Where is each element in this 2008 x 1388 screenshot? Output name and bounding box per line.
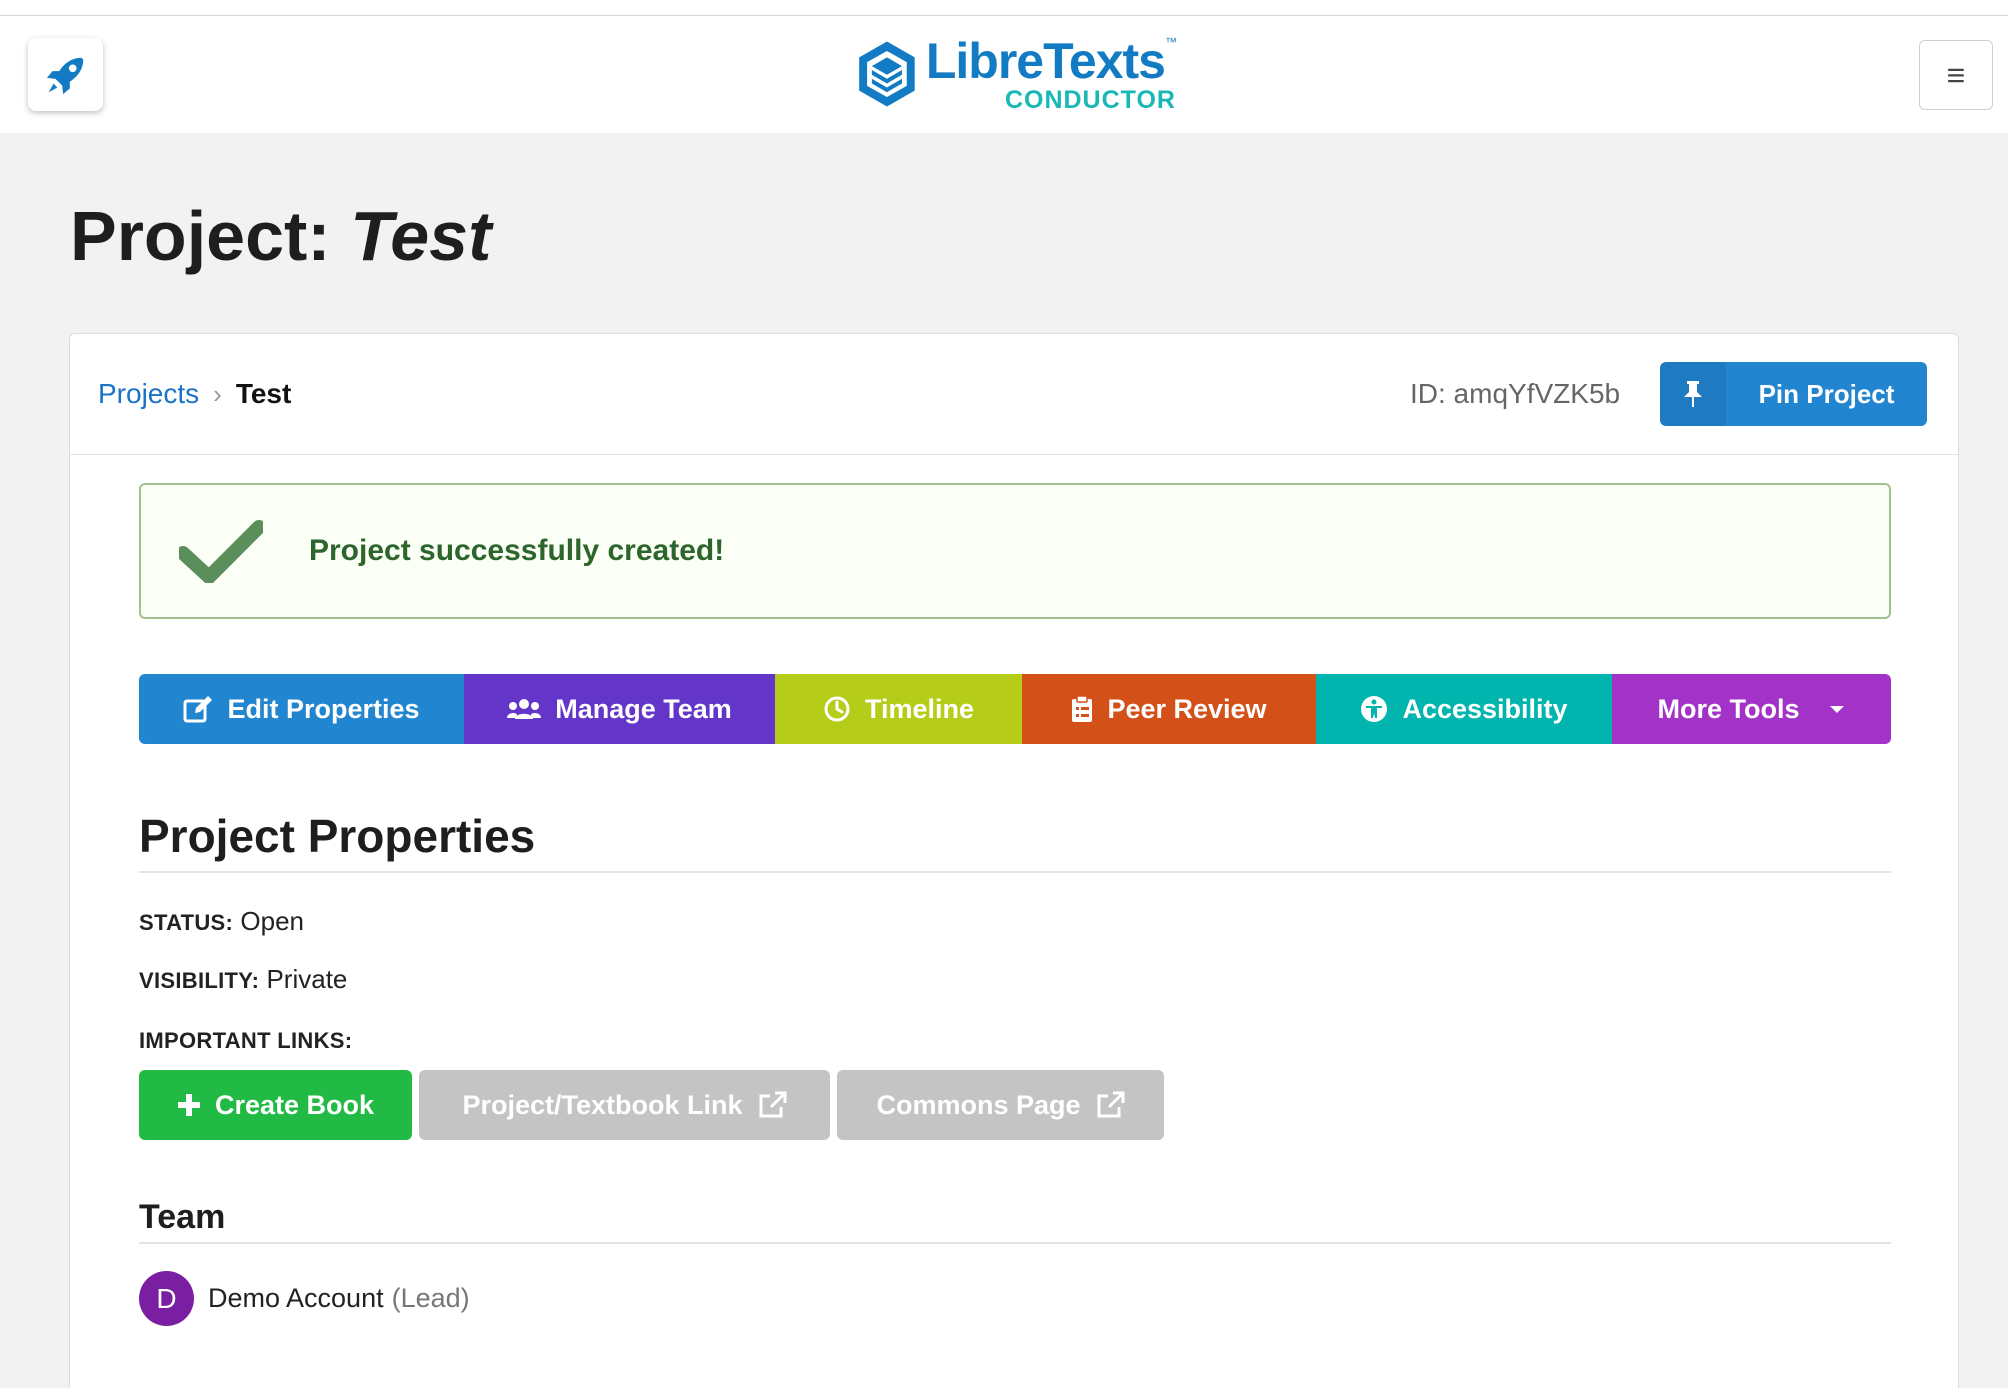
important-links-label: IMPORTANT LINKS: — [139, 1028, 353, 1053]
accessibility-icon — [1361, 696, 1388, 722]
external-link-icon — [759, 1091, 787, 1118]
top-navbar: LibreTexts™ CONDUCTOR ≡ — [0, 16, 2008, 133]
peer-review-button[interactable]: Peer Review — [1022, 674, 1316, 744]
important-links-row: Create Book Project/Textbook Link Common… — [139, 1070, 1164, 1140]
team-divider — [139, 1242, 1891, 1244]
clipboard-icon — [1072, 695, 1093, 722]
libretexts-logo-icon — [859, 41, 915, 107]
checkmark-icon — [179, 520, 263, 583]
properties-divider — [139, 871, 1891, 873]
edit-icon — [183, 696, 213, 723]
visibility-value: Private — [266, 964, 348, 994]
caret-down-icon — [1829, 706, 1844, 713]
page-title: Project: Test — [70, 197, 492, 275]
manage-team-button[interactable]: Manage Team — [464, 674, 775, 744]
team-member-row: D Demo Account (Lead) — [139, 1271, 470, 1326]
libretexts-conductor-logo[interactable]: LibreTexts™ CONDUCTOR — [856, 24, 1177, 124]
project-id: ID: amqYfVZK5b — [1410, 378, 1621, 409]
clock-icon — [824, 696, 850, 722]
status-property: STATUS: Open — [139, 906, 304, 937]
pin-icon — [1684, 381, 1702, 407]
project-properties-heading: Project Properties — [139, 810, 536, 862]
commons-page-button[interactable]: Commons Page — [837, 1070, 1164, 1140]
project-card: Projects › Test ID: amqYfVZK5b Pin Proje… — [69, 333, 1959, 1388]
logo-title: LibreTexts™ — [925, 32, 1177, 89]
browser-top-edge — [0, 0, 2008, 16]
avatar: D — [139, 1271, 194, 1326]
pin-project-label: Pin Project — [1758, 378, 1895, 409]
external-link-icon — [1097, 1091, 1125, 1118]
hamburger-icon: ≡ — [1946, 56, 1966, 93]
member-role: (Lead) — [391, 1283, 470, 1313]
status-value: Open — [240, 906, 305, 936]
accessibility-button[interactable]: Accessibility — [1316, 674, 1612, 744]
team-heading: Team — [139, 1198, 226, 1236]
edit-properties-button[interactable]: Edit Properties — [139, 674, 464, 744]
breadcrumb-projects-link[interactable]: Projects — [98, 378, 199, 410]
pin-project-button[interactable]: Pin Project — [1660, 362, 1927, 426]
project-name: Test — [350, 197, 492, 275]
breadcrumb-current: Test — [235, 378, 292, 409]
users-icon — [507, 699, 542, 719]
breadcrumb: Projects › Test — [98, 378, 291, 410]
plus-icon — [177, 1094, 200, 1116]
chevron-right-icon: › — [213, 378, 222, 409]
rocket-icon — [46, 57, 83, 94]
create-book-button[interactable]: Create Book — [139, 1070, 412, 1140]
card-header: Projects › Test ID: amqYfVZK5b Pin Proje… — [70, 334, 1958, 455]
launcher-button[interactable] — [28, 38, 103, 111]
timeline-button[interactable]: Timeline — [775, 674, 1022, 744]
project-textbook-link-button[interactable]: Project/Textbook Link — [419, 1070, 830, 1140]
important-links-property: IMPORTANT LINKS: — [139, 1024, 352, 1055]
project-toolbar: Edit Properties Manage Team Timeline Pee… — [139, 674, 1891, 744]
success-message: Project successfully created! — [139, 483, 1891, 619]
hamburger-menu-button[interactable]: ≡ — [1919, 40, 1993, 110]
status-label: STATUS: — [139, 910, 234, 935]
more-tools-dropdown[interactable]: More Tools — [1612, 674, 1891, 744]
logo-subtitle: CONDUCTOR — [1004, 85, 1176, 114]
visibility-label: VISIBILITY: — [139, 968, 260, 993]
visibility-property: VISIBILITY: Private — [139, 964, 347, 995]
member-name: Demo Account — [208, 1283, 384, 1313]
success-text: Project successfully created! — [309, 534, 725, 567]
